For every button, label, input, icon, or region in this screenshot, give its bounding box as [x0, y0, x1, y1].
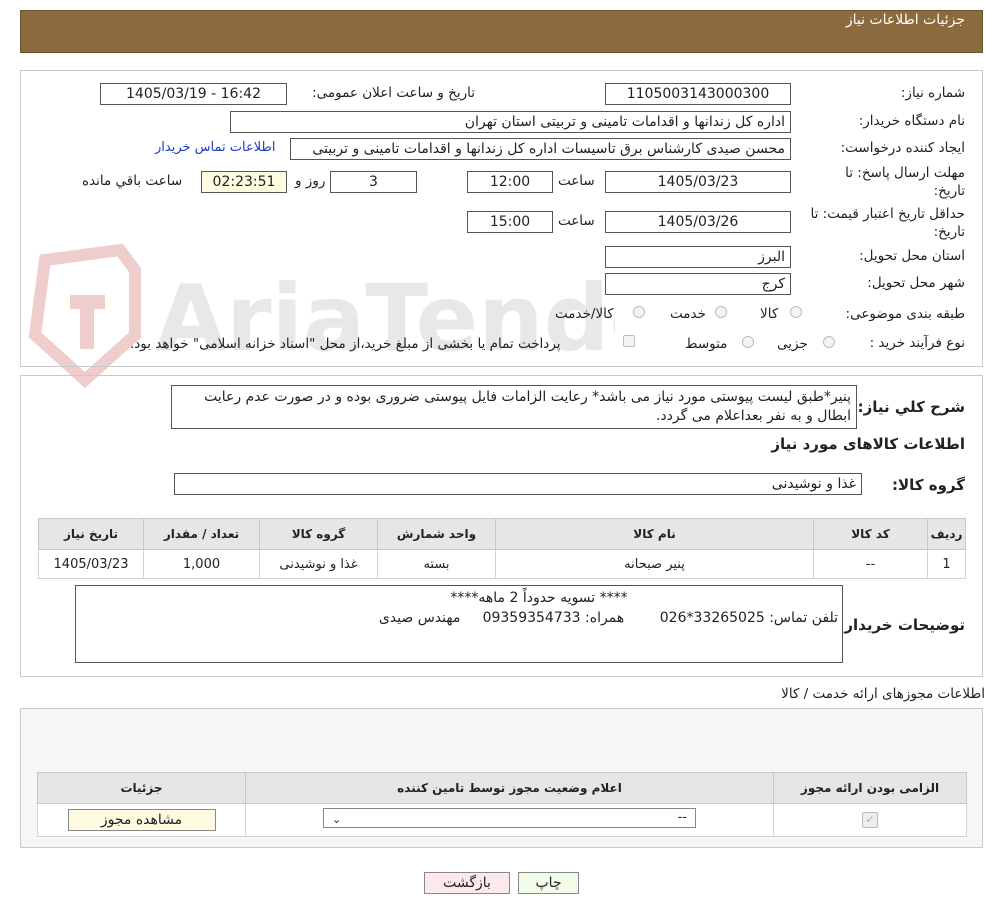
col-group: گروه کالا	[259, 518, 378, 550]
goods-group-field: غذا و نوشیدنی	[174, 473, 862, 495]
permit-required-checkbox[interactable]: ✓	[862, 812, 878, 828]
cell-item-name: پنیر صبحانه	[495, 549, 814, 579]
process-option-medium: متوسط	[685, 336, 728, 352]
view-permit-button[interactable]: مشاهده مجوز	[67, 809, 216, 831]
treasury-note: پرداخت تمام یا بخشی از مبلغ خرید،از محل …	[130, 336, 561, 352]
category-option-goods: کالا	[760, 306, 779, 322]
col-permit-status: اعلام وضعیت مجوز توسط تامین کننده	[245, 772, 774, 804]
category-radio-goods-service[interactable]	[633, 306, 645, 318]
buyer-notes-line1: **** تسویه حدوداً 2 ماهه****	[450, 590, 628, 606]
deadline-label: مهلت ارسال پاسخ: تا	[845, 165, 965, 181]
announce-field: 1405/03/19 - 16:42	[100, 83, 287, 105]
category-radio-service[interactable]	[715, 306, 727, 318]
province-label: استان محل تحویل:	[859, 248, 965, 264]
items-table-header: ردیف کد کالا نام کالا واحد شمارش گروه کا…	[38, 518, 966, 550]
permit-status-value: --	[677, 810, 687, 825]
col-item-name: نام کالا	[495, 518, 814, 550]
cell-quantity: 1,000	[143, 549, 260, 579]
permits-section-title: اطلاعات مجوزهای ارائه خدمت / کالا	[781, 686, 985, 702]
goods-group-label: گروه کالا:	[892, 476, 965, 494]
col-item-code: کد کالا	[813, 518, 928, 550]
process-radio-minor[interactable]	[823, 336, 835, 348]
requester-label: ایجاد کننده درخواست:	[840, 140, 965, 156]
category-label: طبقه بندی موضوعی:	[845, 306, 965, 322]
col-permit-details: جزئیات	[37, 772, 246, 804]
announce-label: تاریخ و ساعت اعلان عمومی:	[312, 85, 475, 101]
time-remaining-label: ساعت باقي مانده	[82, 173, 183, 189]
buyer-org-field: اداره کل زندانها و اقدامات تامینی و تربی…	[230, 111, 791, 133]
process-option-minor: جزیی	[777, 336, 808, 352]
time-remaining-field: 02:23:51	[201, 171, 287, 193]
buyer-notes-label: توضیحات خریدار:	[838, 616, 965, 634]
back-button[interactable]: بازگشت	[424, 872, 510, 894]
province-field: البرز	[605, 246, 791, 268]
page-title: جزئیات اطلاعات نیاز	[845, 12, 965, 28]
cell-group: غذا و نوشیدنی	[259, 549, 378, 579]
need-number-field: 1105003143000300	[605, 83, 791, 105]
deadline-date-field: 1405/03/23	[605, 171, 791, 193]
validity-time-field: 15:00	[467, 211, 553, 233]
col-unit: واحد شمارش	[377, 518, 496, 550]
deadline-label-date: تاریخ:	[933, 183, 965, 199]
cell-item-code: --	[813, 549, 928, 579]
buyer-notes-textarea[interactable]: **** تسویه حدوداً 2 ماهه**** تلفن تماس: …	[75, 585, 843, 663]
category-option-goods-service: کالا/خدمت	[555, 306, 614, 322]
need-number-label: شماره نیاز:	[900, 85, 965, 101]
col-quantity: تعداد / مقدار	[143, 518, 260, 550]
chevron-down-icon: ⌄	[332, 813, 342, 826]
days-remaining-field: 3	[330, 171, 417, 193]
deadline-time-field: 12:00	[467, 171, 553, 193]
city-field: کرج	[605, 273, 791, 295]
print-button[interactable]: چاپ	[518, 872, 579, 894]
page-header	[20, 10, 983, 53]
items-table: ردیف کد کالا نام کالا واحد شمارش گروه کا…	[38, 518, 966, 579]
buyer-notes-line2: تلفن تماس: 33265025*026 همراه: 093593547…	[378, 610, 838, 626]
col-permit-required: الزامی بودن ارائه مجوز	[773, 772, 967, 804]
validity-date-field: 1405/03/26	[605, 211, 791, 233]
description-label: شرح کلي نياز:	[857, 398, 965, 416]
process-label: نوع فرآیند خرید :	[869, 335, 965, 351]
permits-table-header: الزامی بودن ارائه مجوز اعلام وضعیت مجوز …	[37, 772, 967, 804]
validity-time-label: ساعت	[558, 213, 595, 229]
buyer-org-label: نام دستگاه خریدار:	[858, 113, 965, 129]
cell-row-number: 1	[927, 549, 966, 579]
col-need-date: تاریخ نیاز	[38, 518, 144, 550]
category-radio-goods[interactable]	[790, 306, 802, 318]
validity-label: حداقل تاریخ اعتبار قیمت: تا	[810, 206, 965, 222]
cell-permit-details: مشاهده مجوز	[37, 803, 246, 837]
city-label: شهر محل تحویل:	[867, 275, 965, 291]
cell-need-date: 1405/03/23	[38, 549, 144, 579]
buyer-contact-link[interactable]: اطلاعات تماس خریدار	[155, 140, 275, 155]
cell-permit-required: ✓	[773, 803, 967, 837]
cell-permit-status: ⌄ --	[245, 803, 774, 837]
cell-unit: بسته	[377, 549, 496, 579]
category-option-service: خدمت	[670, 306, 706, 322]
description-textarea[interactable]: پنیر*طبق لیست پیوستی مورد نیاز می باشد* …	[171, 385, 857, 429]
process-radio-medium[interactable]	[742, 336, 754, 348]
days-label: روز و	[295, 173, 326, 189]
goods-info-title: اطلاعات کالاهای مورد نیاز	[771, 435, 965, 453]
table-row: ✓ ⌄ -- مشاهده مجوز	[37, 803, 967, 837]
table-row: 1 -- پنیر صبحانه بسته غذا و نوشیدنی 1,00…	[38, 549, 966, 579]
col-row-number: ردیف	[927, 518, 966, 550]
requester-field: محسن صیدی کارشناس برق تاسیسات اداره کل ز…	[290, 138, 791, 160]
deadline-time-label: ساعت	[558, 173, 595, 189]
permits-table: الزامی بودن ارائه مجوز اعلام وضعیت مجوز …	[37, 772, 967, 837]
treasury-checkbox[interactable]	[623, 335, 635, 347]
permit-status-select[interactable]: ⌄ --	[323, 808, 696, 828]
validity-label-date: تاریخ:	[933, 224, 965, 240]
